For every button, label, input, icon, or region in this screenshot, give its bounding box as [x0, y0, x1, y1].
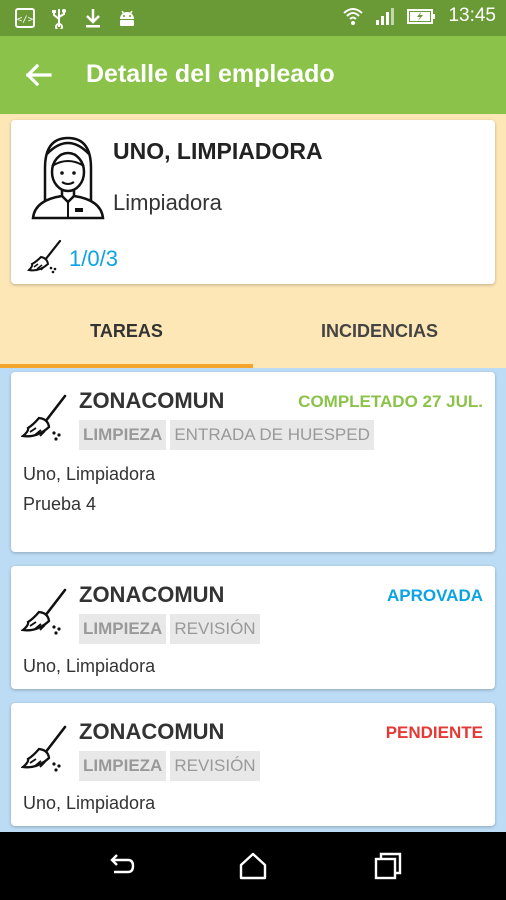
task-subtype-tag: REVISIÓN	[170, 751, 260, 781]
task-type-tag: LIMPIEZA	[79, 420, 167, 450]
status-time: 13:45	[448, 5, 496, 26]
task-status: APROVADA	[386, 586, 483, 605]
employee-name: UNO, LIMPIADORA	[113, 138, 323, 164]
employee-role: Limpiadora	[113, 190, 222, 215]
task-list[interactable]: ZONACOMUN COMPLETADO 27 JUL. LIMPIEZA EN…	[0, 368, 506, 832]
tab-bar: TAREAS INCIDENCIAS	[0, 294, 506, 368]
wifi-icon	[343, 8, 364, 25]
task-tags: LIMPIEZA REVISIÓN	[79, 751, 260, 781]
broom-icon	[21, 588, 67, 635]
task-subtype-tag: ENTRADA DE HUESPED	[170, 420, 374, 450]
task-zone: ZONACOMUN	[79, 719, 225, 744]
usb-icon	[52, 9, 66, 29]
android-icon	[120, 10, 134, 26]
battery-icon	[407, 9, 436, 24]
task-status: PENDIENTE	[385, 723, 483, 742]
tab-incidencias[interactable]: INCIDENCIAS	[253, 294, 506, 368]
status-right-icons: 13:45	[342, 5, 496, 27]
maid-avatar-icon	[31, 136, 105, 220]
recents-nav-icon[interactable]	[372, 850, 404, 882]
task-type-tag: LIMPIEZA	[79, 614, 167, 644]
task-card[interactable]: ZONACOMUN APROVADA LIMPIEZA REVISIÓN Uno…	[11, 566, 495, 689]
svg-text:</>: </>	[17, 15, 34, 25]
app-bar: Detalle del empleado	[0, 36, 506, 114]
task-subtype-tag: REVISIÓN	[170, 614, 260, 644]
page-title: Detalle del empleado	[86, 60, 335, 88]
broom-icon	[21, 394, 67, 441]
employee-task-counts: 1/0/3	[69, 246, 118, 271]
download-icon	[86, 9, 100, 28]
home-nav-icon[interactable]	[237, 850, 269, 882]
system-nav-bar	[0, 832, 506, 900]
task-zone: ZONACOMUN	[79, 388, 225, 413]
task-tags: LIMPIEZA ENTRADA DE HUESPED	[79, 420, 374, 450]
task-assignee: Uno, Limpiadora	[23, 464, 156, 484]
arrow-back-icon[interactable]	[22, 58, 56, 92]
broom-icon	[27, 239, 62, 274]
code-icon: </>	[15, 8, 35, 28]
back-nav-icon[interactable]	[104, 850, 136, 882]
task-zone: ZONACOMUN	[79, 582, 225, 607]
task-card[interactable]: ZONACOMUN COMPLETADO 27 JUL. LIMPIEZA EN…	[11, 372, 495, 552]
task-note: Prueba 4	[23, 494, 97, 514]
status-bar: </> 13:45	[0, 0, 506, 36]
tab-tareas[interactable]: TAREAS	[0, 294, 253, 368]
status-left-icons: </>	[14, 7, 138, 29]
task-card[interactable]: ZONACOMUN PENDIENTE LIMPIEZA REVISIÓN Un…	[11, 703, 495, 826]
task-type-tag: LIMPIEZA	[79, 751, 167, 781]
task-status: COMPLETADO 27 JUL.	[298, 392, 483, 411]
signal-icon	[376, 8, 395, 25]
task-assignee: Uno, Limpiadora	[23, 793, 156, 813]
employee-card: UNO, LIMPIADORA Limpiadora 1/0/3	[11, 120, 495, 284]
broom-icon	[21, 725, 67, 772]
employee-header: UNO, LIMPIADORA Limpiadora 1/0/3 TAREAS …	[0, 114, 506, 368]
task-tags: LIMPIEZA REVISIÓN	[79, 614, 260, 644]
task-assignee: Uno, Limpiadora	[23, 656, 156, 676]
